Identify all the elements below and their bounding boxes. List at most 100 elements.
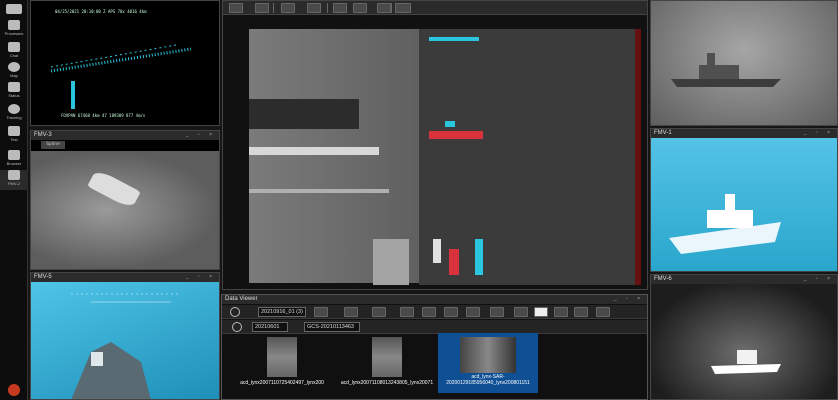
chat-icon — [8, 42, 20, 52]
panel-title-bar[interactable]: FMV-5 _ ▫ × — [31, 273, 219, 282]
monitor-icon[interactable] — [281, 3, 295, 13]
sar-details — [249, 29, 641, 285]
expand-icon[interactable] — [229, 3, 243, 13]
slider-icon[interactable] — [395, 3, 411, 13]
alert-icon[interactable] — [8, 384, 20, 396]
fmv6-panel: FMV-6 _ ▫ × — [650, 274, 838, 400]
recycle-icon[interactable] — [554, 307, 568, 317]
video-overlay-bottom: FOVPAN 67468 4km 47 189389 877 4m/s — [61, 113, 146, 118]
gears-icon — [6, 4, 22, 14]
fmv-top-right-panel — [650, 0, 838, 126]
polygon-icon[interactable] — [333, 3, 347, 13]
play-icon[interactable] — [232, 322, 242, 332]
thumbnail-caption: acd_lynx-SAR-20200129185956040_lynx20080… — [446, 374, 530, 386]
window-controls[interactable]: _ ▫ × — [186, 131, 216, 140]
camera-icon[interactable] — [255, 3, 269, 13]
globe-icon — [8, 62, 20, 72]
video-feed — [651, 1, 837, 125]
binoculars-icon — [8, 150, 20, 160]
video-feed: 04/25/2021 20:10:00 Z APS 78x 4016 4km F… — [31, 1, 219, 125]
ship-shape — [669, 194, 781, 254]
data-viewer-panel: Data Viewer _ ▫ × 20210916_01 (3) 2021060… — [221, 294, 648, 400]
sar-image — [249, 29, 641, 285]
arrow-icon[interactable] — [444, 307, 458, 317]
window-controls[interactable]: _ ▫ × — [614, 295, 644, 304]
thumbnail-image — [267, 337, 297, 377]
data-viewer-toolbar: 20210916_01 (3) — [222, 305, 647, 319]
panel-title-bar[interactable]: FMV-3 _ ▫ × — [31, 131, 219, 140]
fmv6-title: FMV-6 — [654, 276, 672, 282]
fmv3-tab[interactable]: Spline — [41, 141, 65, 149]
monitor-icon — [8, 170, 20, 180]
panel-title-bar[interactable]: FMV-6 _ ▫ × — [651, 275, 837, 284]
thumbnail-caption: acd_lynx20071108013243805_lynx20071 — [340, 380, 434, 386]
nav-label: Map — [10, 73, 18, 78]
fmv5-panel: FMV-5 _ ▫ × — [30, 272, 220, 400]
boat-shape — [87, 168, 141, 210]
target-icon — [8, 104, 20, 114]
hud-overlay — [71, 293, 181, 399]
viewer-toolbar — [223, 1, 647, 15]
image-icon[interactable] — [466, 307, 480, 317]
track-plot — [50, 44, 192, 109]
search-input[interactable]: 20210916_01 (3) — [258, 307, 306, 317]
fmv5-title: FMV-5 — [34, 274, 52, 280]
video-panel-top-left: 04/25/2021 20:10:00 Z APS 78x 4016 4km F… — [30, 0, 220, 126]
nav-label: Processes — [4, 31, 24, 36]
layers-icon[interactable] — [353, 3, 367, 13]
export-icon[interactable] — [514, 307, 528, 317]
thumbnail-item[interactable]: acd_lynx20071108013243805_lynx20071 — [337, 333, 437, 393]
nav-label: Test — [10, 137, 18, 142]
fmv1-panel: FMV-1 _ ▫ × — [650, 128, 838, 272]
app-window: Processes Chat Map Status Tracking Test … — [0, 0, 838, 400]
ship-shape — [671, 53, 781, 87]
nav-item-chat[interactable]: Chat — [0, 42, 28, 62]
search-icon[interactable] — [230, 307, 240, 317]
nav-label: Tracking — [6, 115, 22, 120]
left-nav: Processes Chat Map Status Tracking Test … — [0, 0, 28, 400]
date-filter[interactable]: 20210601 — [252, 322, 288, 332]
panel-title-bar[interactable]: FMV-1 _ ▫ × — [651, 129, 837, 138]
window-controls[interactable]: _ ▫ × — [804, 129, 834, 138]
video-feed — [31, 151, 219, 269]
globe-icon[interactable] — [372, 307, 386, 317]
video-feed — [651, 284, 837, 399]
nav-label: Chat — [9, 53, 19, 58]
gears-icon — [8, 20, 20, 30]
link-icon[interactable] — [344, 307, 358, 317]
nav-item-status[interactable]: Status — [0, 82, 28, 102]
thumbnail-caption: acd_lynx2007110725402497_lynx200 — [240, 380, 324, 386]
data-viewer-title: Data Viewer — [225, 296, 258, 302]
fmv3-title: FMV-3 — [34, 132, 52, 138]
disc-icon[interactable] — [596, 307, 610, 317]
grid-view-icon[interactable] — [314, 307, 328, 317]
nav-label: FMV-2 — [8, 181, 20, 186]
highlight-icon[interactable] — [534, 307, 548, 317]
nav-item-test[interactable]: Test — [0, 126, 28, 146]
source-filter[interactable]: GCS-20210113463 — [304, 322, 360, 332]
main-viewer — [222, 0, 648, 290]
window-controls[interactable]: _ ▫ × — [186, 273, 216, 282]
thumbnail-item-selected[interactable]: acd_lynx-SAR-20200129185956040_lynx20080… — [438, 333, 538, 393]
save-icon[interactable] — [490, 307, 504, 317]
nav-item-map[interactable]: Map — [0, 62, 28, 82]
nav-item-tracking[interactable]: Tracking — [0, 104, 28, 124]
bell-icon[interactable] — [400, 307, 414, 317]
data-viewer-filter-bar: 20210601 GCS-20210113463 — [222, 320, 647, 334]
nav-item-fmv2[interactable]: FMV-2 — [0, 170, 28, 190]
thumbnail-item[interactable]: acd_lynx2007110725402497_lynx200 — [232, 333, 332, 393]
nav-label: Browser — [6, 161, 22, 166]
pen-icon[interactable] — [307, 3, 321, 13]
nav-label: Status — [8, 93, 20, 98]
video-feed — [651, 138, 837, 271]
data-viewer-title-bar[interactable]: Data Viewer _ ▫ × — [222, 295, 647, 304]
info-icon[interactable] — [422, 307, 436, 317]
nav-item-browser[interactable]: Browser — [0, 150, 28, 170]
thumbnail-image — [372, 337, 402, 377]
window-controls[interactable]: _ ▫ × — [804, 275, 834, 284]
fmv3-panel: FMV-3 _ ▫ × Spline — [30, 130, 220, 270]
nav-item-processes[interactable]: Processes — [0, 20, 28, 40]
test-icon — [8, 126, 20, 136]
document-icon[interactable] — [377, 3, 391, 13]
headset-icon[interactable] — [574, 307, 588, 317]
